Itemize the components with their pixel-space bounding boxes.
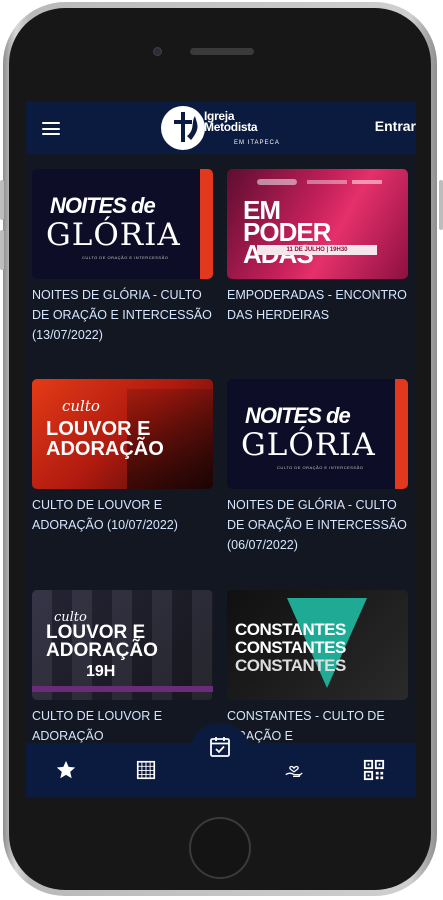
thumb-text: 11 DE JULHO | 19H30: [257, 245, 377, 255]
event-card[interactable]: NOITES de GLÓRIA CULTO DE ORAÇÃO E INTER…: [227, 379, 408, 555]
calendar-check-icon: [210, 737, 230, 757]
login-button[interactable]: Entrar: [375, 118, 416, 134]
event-title[interactable]: CULTO DE LOUVOR E ADORAÇÃO: [32, 706, 213, 746]
brand-subtitle: EM ITAPECA: [234, 140, 280, 146]
app-header: Igreja Metodista EM ITAPECA Entrar: [26, 101, 416, 154]
brand-name: Igreja Metodista: [204, 110, 258, 134]
event-thumbnail[interactable]: CONSTANTES CONSTANTES CONSTANTES: [227, 590, 408, 700]
calendar-grid-icon: [136, 760, 156, 780]
header-strip: [257, 179, 382, 185]
nav-events[interactable]: [189, 723, 251, 785]
event-card[interactable]: culto LOUVOR E ADORAÇÃO 19H CULTO DE LOU…: [32, 590, 213, 746]
event-title[interactable]: NOITES DE GLÓRIA - CULTO DE ORAÇÃO E INT…: [32, 285, 213, 345]
accent-bar: [395, 379, 408, 489]
thumb-text: NOITES de: [245, 403, 351, 428]
hand-heart-icon: [285, 765, 303, 778]
event-title[interactable]: CULTO DE LOUVOR E ADORAÇÃO (10/07/2022): [32, 495, 213, 535]
event-card[interactable]: NOITES de GLÓRIA CULTO DE ORAÇÃO E INTER…: [32, 169, 213, 345]
thumb-text: NOITES de: [50, 193, 156, 218]
thumb-text: LOUVOR E ADORAÇÃO: [46, 622, 158, 661]
thumb-text: CONSTANTES: [235, 638, 346, 657]
hamburger-menu-icon[interactable]: [42, 122, 60, 135]
event-thumbnail[interactable]: NOITES de GLÓRIA CULTO DE ORAÇÃO E INTER…: [32, 169, 213, 279]
thumb-text: CONSTANTES: [235, 656, 346, 675]
event-thumbnail[interactable]: NOITES de GLÓRIA CULTO DE ORAÇÃO E INTER…: [227, 379, 408, 489]
volume-up-button: [0, 180, 4, 220]
thumb-text: CONSTANTES: [235, 620, 346, 639]
accent-bar: [200, 169, 213, 279]
thumb-text: CULTO DE ORAÇÃO E INTERCESSÃO: [82, 255, 169, 260]
event-thumbnail[interactable]: culto LOUVOR E ADORAÇÃO: [32, 379, 213, 489]
nav-schedule[interactable]: [131, 755, 161, 785]
star-icon: [56, 760, 76, 779]
event-thumbnail[interactable]: culto LOUVOR E ADORAÇÃO 19H: [32, 590, 213, 700]
thumb-text: EM PODER ADAS: [243, 195, 331, 267]
event-card[interactable]: culto LOUVOR E ADORAÇÃO CULTO DE LOUVOR …: [32, 379, 213, 535]
nav-qr[interactable]: [359, 755, 389, 785]
church-logo[interactable]: Igreja Metodista EM ITAPECA: [161, 106, 311, 150]
accent-bar: [32, 686, 213, 692]
thumb-text: GLÓRIA: [46, 217, 181, 253]
cross-flame-logo-icon: [161, 106, 205, 150]
power-button: [439, 180, 443, 230]
thumb-text: LOUVOR E ADORAÇÃO: [46, 418, 164, 460]
nav-donations[interactable]: [279, 755, 309, 785]
volume-down-button: [0, 230, 4, 270]
home-button[interactable]: [189, 817, 251, 879]
event-title[interactable]: EMPODERADAS - ENCONTRO DAS HERDEIRAS: [227, 285, 408, 325]
earpiece-speaker: [190, 48, 254, 55]
event-title[interactable]: CONSTANTES - CULTO DE ORAÇÃO E: [227, 706, 408, 746]
qr-code-icon: [363, 759, 385, 781]
event-title[interactable]: NOITES DE GLÓRIA - CULTO DE ORAÇÃO E INT…: [227, 495, 408, 555]
event-card[interactable]: CONSTANTES CONSTANTES CONSTANTES CONSTAN…: [227, 590, 408, 746]
event-thumbnail[interactable]: EM PODER ADAS 11 DE JULHO | 19H30: [227, 169, 408, 279]
thumb-text: 19H: [86, 663, 116, 680]
thumb-text: CULTO DE ORAÇÃO E INTERCESSÃO: [277, 465, 364, 470]
thumb-text: GLÓRIA: [241, 427, 376, 463]
thumb-text: culto: [62, 397, 100, 415]
brand-line2: Metodista: [204, 120, 258, 134]
nav-favorites[interactable]: [51, 755, 81, 785]
bottom-navigation: [26, 723, 416, 797]
app-screen: Igreja Metodista EM ITAPECA Entrar NOITE…: [26, 101, 416, 797]
front-camera: [153, 47, 162, 56]
event-card[interactable]: EM PODER ADAS 11 DE JULHO | 19H30 EMPODE…: [227, 169, 408, 325]
